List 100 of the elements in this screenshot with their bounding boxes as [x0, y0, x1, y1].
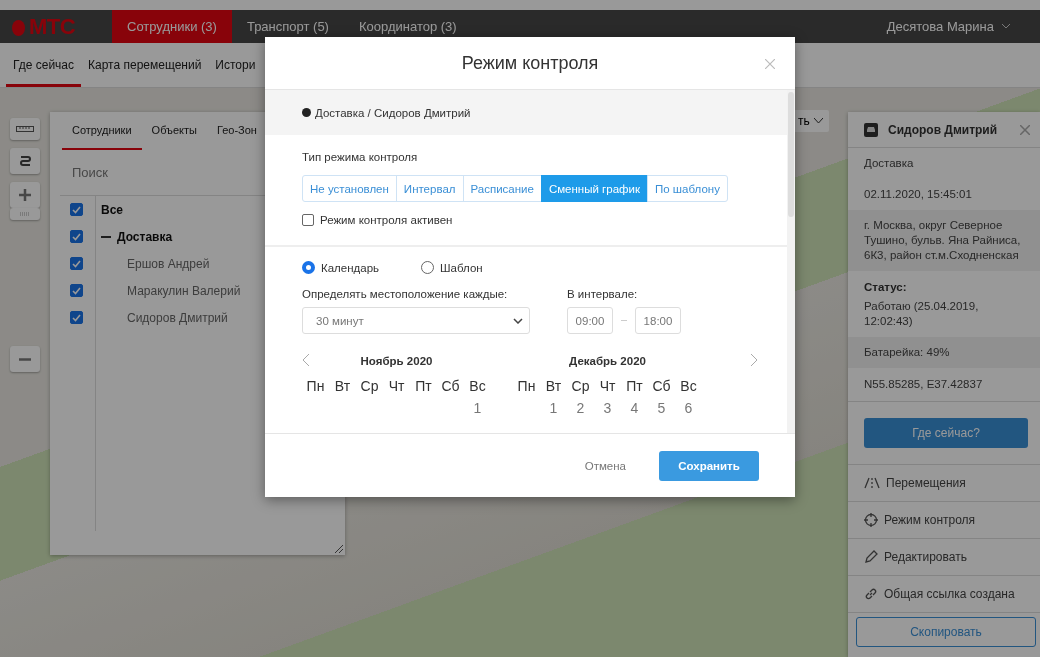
- minus-icon: [19, 357, 31, 361]
- checkbox[interactable]: [70, 284, 83, 297]
- mode-option[interactable]: По шаблону: [647, 175, 728, 202]
- tree-item[interactable]: Сидоров Дмитрий: [127, 310, 228, 325]
- radio-label: Шаблон: [440, 261, 483, 274]
- logo-egg-icon: [12, 17, 25, 36]
- action-label: Общая ссылка создана: [884, 587, 1015, 601]
- calendar-day[interactable]: 5: [648, 400, 675, 416]
- chevron-right-icon[interactable]: [750, 353, 758, 367]
- month-title: Ноябрь 2020: [360, 355, 433, 367]
- coordinates-text: N55.85285, E37.42837: [848, 368, 1040, 401]
- address-text: г. Москва, округ Северное Тушино, бульв. Яна Райниса, 6К3, район ст.м.Сходненская: [848, 210, 1040, 271]
- calendar-day[interactable]: 3: [594, 400, 621, 416]
- checkbox[interactable]: [70, 257, 83, 270]
- modal-title: Режим контроля: [461, 52, 599, 74]
- calendar-day[interactable]: 1: [464, 400, 491, 416]
- crosshair-icon: [864, 513, 878, 527]
- calendar-day[interactable]: 6: [675, 400, 702, 416]
- weekday-label: Пт: [414, 378, 433, 394]
- collapse-icon[interactable]: [101, 235, 111, 238]
- weekday-label: Чт: [387, 378, 406, 394]
- status-label: Статус:: [864, 279, 908, 295]
- status-value: Работаю (25.04.2019, 12:02:43): [864, 298, 980, 329]
- copy-button[interactable]: Скопировать: [856, 617, 1036, 647]
- mode-option[interactable]: Не установлен: [302, 175, 397, 202]
- tree-item[interactable]: Ершов Андрей: [127, 256, 210, 271]
- action-item[interactable]: Редактировать: [848, 539, 1040, 576]
- close-icon[interactable]: [1020, 124, 1030, 135]
- panel-tab[interactable]: Сотрудники: [62, 112, 142, 150]
- tree-item[interactable]: Доставка: [117, 229, 173, 244]
- weekday-label: Вт: [333, 378, 352, 394]
- employee-name: Сидоров Дмитрий: [888, 122, 999, 137]
- scrollbar[interactable]: [787, 90, 795, 433]
- weekday-label: Чт: [598, 378, 617, 394]
- calendar-day[interactable]: 2: [567, 400, 594, 416]
- weekday-label: Ср: [570, 378, 591, 394]
- zoom-in-button[interactable]: [10, 182, 40, 208]
- user-menu[interactable]: Десятова Марина: [886, 10, 1010, 43]
- mode-option[interactable]: Интервал: [395, 175, 464, 202]
- weekday-label: Пт: [625, 378, 644, 394]
- plus-icon: [19, 189, 31, 201]
- route-button[interactable]: [10, 148, 40, 174]
- chevron-left-icon[interactable]: [302, 353, 310, 367]
- grip-button[interactable]: [10, 208, 40, 220]
- route-icon: [19, 154, 31, 168]
- radio-button[interactable]: [421, 261, 435, 274]
- action-item[interactable]: Перемещения: [848, 465, 1040, 502]
- action-label: Редактировать: [884, 550, 967, 564]
- weekday-label: Вт: [544, 378, 563, 394]
- battery-text: Батарейка: 49%: [848, 337, 1040, 368]
- weekday-label: Вс: [679, 378, 698, 394]
- checkbox[interactable]: [70, 230, 83, 243]
- calendar-day[interactable]: 1: [540, 400, 567, 416]
- checkbox[interactable]: [70, 311, 83, 324]
- panel-tab[interactable]: Объекты: [141, 112, 207, 150]
- chevron-down-icon: [1002, 24, 1010, 29]
- car-icon: [864, 122, 878, 137]
- radio-label: Календарь: [321, 261, 380, 274]
- save-button[interactable]: Сохранить: [659, 450, 759, 481]
- sub-nav-tab[interactable]: Истори: [208, 43, 263, 87]
- tree-item[interactable]: Все: [101, 202, 123, 217]
- radio-option[interactable]: Шаблон: [421, 261, 483, 274]
- resize-handle-icon[interactable]: [335, 545, 343, 553]
- action-label: Перемещения: [886, 476, 966, 490]
- action-item[interactable]: Общая ссылка создана: [848, 576, 1040, 613]
- calendar-day[interactable]: 4: [621, 400, 648, 416]
- mode-option[interactable]: Расписание: [462, 175, 542, 202]
- checkbox[interactable]: [302, 214, 314, 226]
- weekday-label: Сб: [440, 378, 461, 394]
- pencil-icon: [864, 550, 878, 564]
- zoom-out-button[interactable]: [10, 346, 40, 372]
- time-to-field[interactable]: 18:00: [635, 307, 681, 334]
- timestamp-text: 02.11.2020, 15:45:01: [848, 179, 1040, 210]
- panel-tab[interactable]: Гео-Зон: [206, 112, 267, 150]
- weekday-label: Вс: [468, 378, 487, 394]
- month-title: Декабрь 2020: [569, 355, 646, 367]
- link-icon: [864, 587, 878, 601]
- cancel-button[interactable]: Отмена: [578, 458, 632, 473]
- time-from-field[interactable]: 09:00: [567, 307, 613, 334]
- checkbox[interactable]: [70, 203, 83, 216]
- radio-button[interactable]: [302, 261, 315, 274]
- subject-text: Доставка / Сидоров Дмитрий: [315, 106, 471, 119]
- nav-tab[interactable]: Сотрудники (3): [112, 10, 232, 43]
- chevron-down-icon: [813, 118, 823, 124]
- logo-text: МТС: [29, 13, 76, 40]
- chevron-down-icon: [513, 317, 523, 324]
- action-item[interactable]: Режим контроля: [848, 502, 1040, 539]
- locate-button[interactable]: Где сейчас?: [864, 418, 1028, 448]
- weekday-label: Сб: [651, 378, 672, 394]
- interval-label: Определять местоположение каждые:: [302, 288, 509, 300]
- radio-option[interactable]: Календарь: [302, 261, 380, 274]
- ruler-icon: [16, 126, 34, 132]
- mode-option[interactable]: Сменный график: [540, 175, 648, 202]
- group-text: Доставка: [848, 148, 1040, 179]
- sub-nav-tab[interactable]: Карта перемещений: [81, 43, 209, 87]
- tree-item[interactable]: Маракулин Валерий: [127, 283, 241, 298]
- interval-select[interactable]: 30 минут: [302, 307, 530, 334]
- action-label: Режим контроля: [884, 513, 976, 527]
- ruler-button[interactable]: [10, 118, 40, 140]
- range-label: В интервале:: [567, 288, 639, 300]
